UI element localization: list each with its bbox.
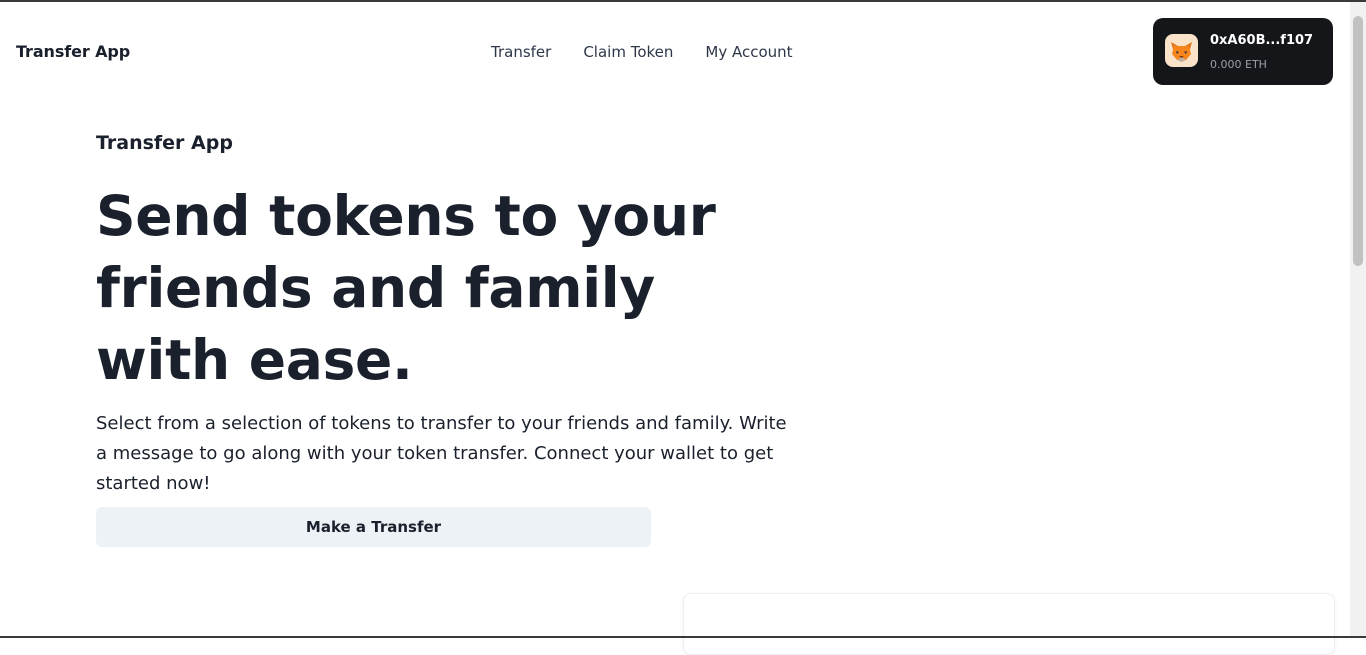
main-nav: Transfer Claim Token My Account xyxy=(491,43,793,61)
hero-eyebrow: Transfer App xyxy=(96,132,233,154)
scrollbar-thumb[interactable] xyxy=(1353,16,1363,266)
brand-logo-text[interactable]: Transfer App xyxy=(16,42,130,61)
wallet-balance: 0.000 ETH xyxy=(1210,58,1267,71)
top-navbar: Transfer App Transfer Claim Token My Acc… xyxy=(0,2,1350,106)
make-transfer-button[interactable]: Make a Transfer xyxy=(96,507,651,547)
transfer-preview-card xyxy=(683,593,1335,655)
nav-link-claim-token[interactable]: Claim Token xyxy=(583,43,673,61)
nav-link-transfer[interactable]: Transfer xyxy=(491,43,551,61)
hero-headline: Send tokens to your friends and family w… xyxy=(96,184,716,392)
page-scrollbar[interactable] xyxy=(1350,2,1366,638)
hero-section: Transfer App Send tokens to your friends… xyxy=(96,130,796,499)
metamask-fox-icon xyxy=(1165,34,1198,67)
nav-link-my-account[interactable]: My Account xyxy=(705,43,792,61)
wallet-address: 0xA60B...f107 xyxy=(1210,33,1314,48)
hero-description: Select from a selection of tokens to tra… xyxy=(96,413,787,494)
wallet-connect-button[interactable]: 0xA60B...f107 0.000 ETH xyxy=(1153,18,1333,85)
